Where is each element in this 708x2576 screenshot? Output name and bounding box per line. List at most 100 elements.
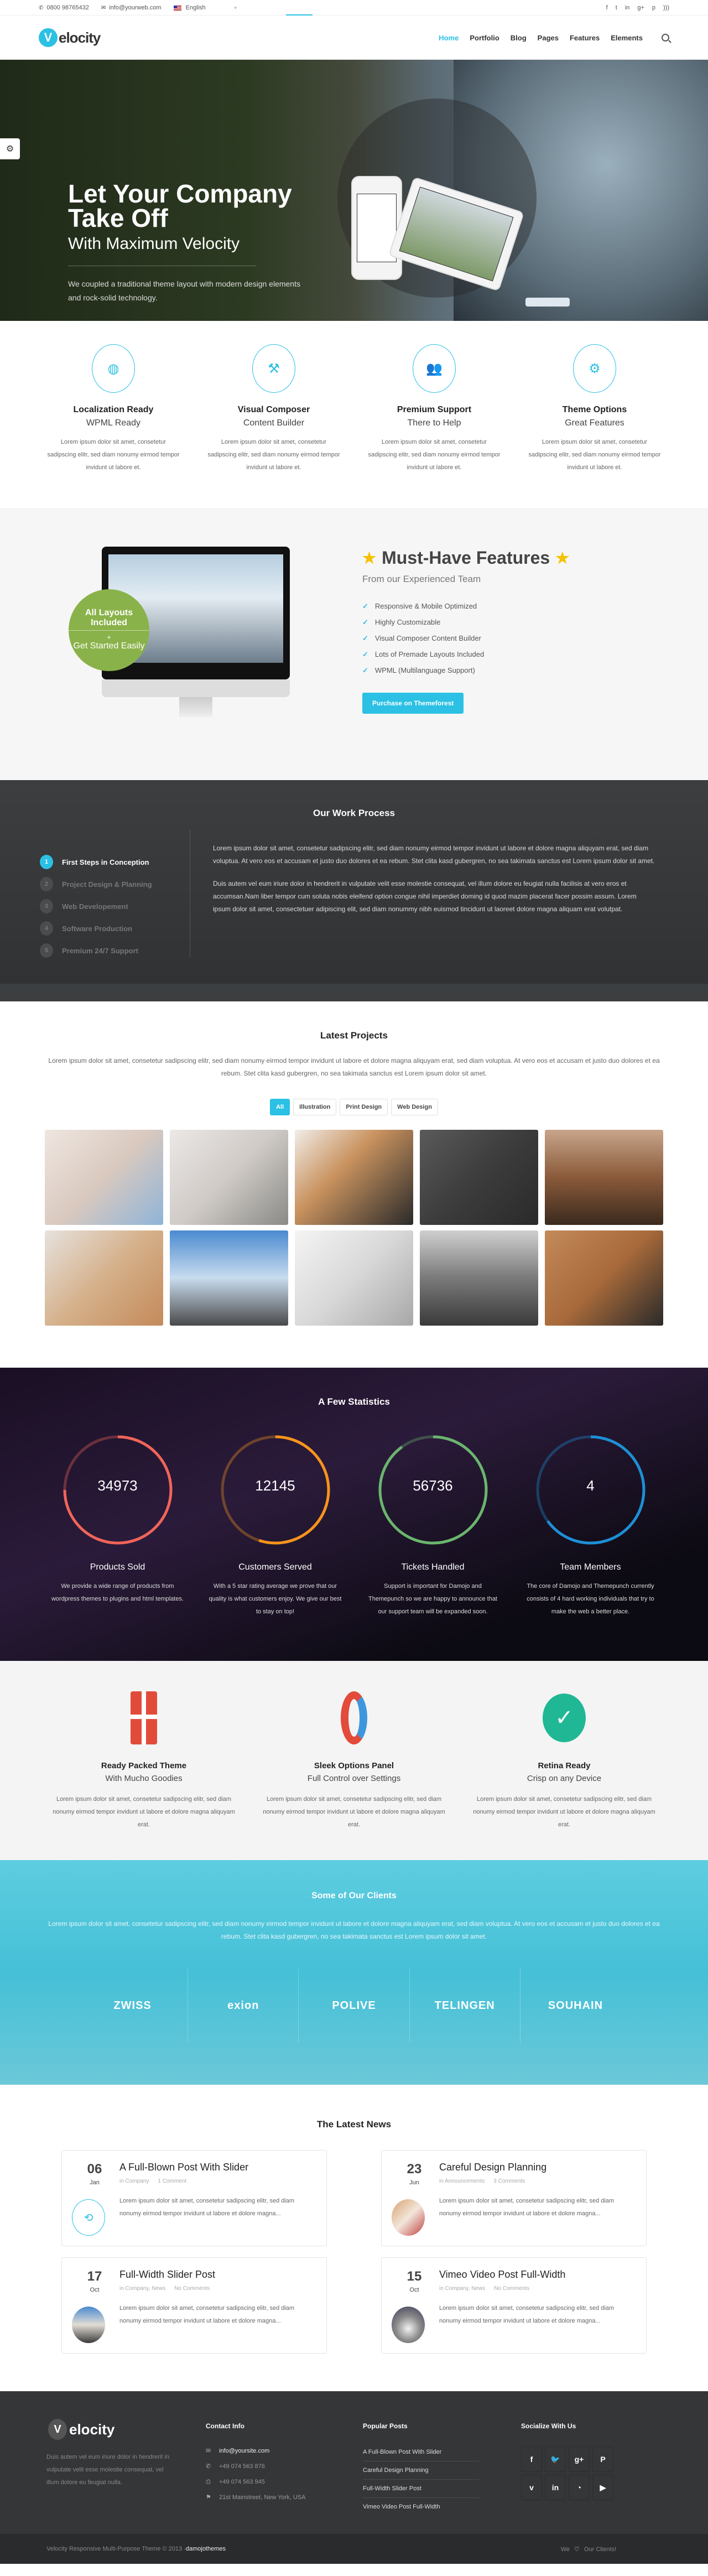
filter-all[interactable]: All bbox=[270, 1099, 290, 1115]
project-tile[interactable] bbox=[420, 1230, 538, 1326]
client-logo-exion[interactable]: exion bbox=[188, 1969, 299, 2043]
project-tile[interactable] bbox=[420, 1130, 538, 1225]
feature-theme-options: ⚙ Theme Options Great Features Lorem ips… bbox=[528, 344, 661, 508]
linkedin-icon[interactable]: in bbox=[545, 2475, 566, 2500]
process-step-4[interactable]: 4 Software Production bbox=[40, 917, 173, 939]
facebook-icon[interactable]: f bbox=[606, 4, 608, 11]
pinterest-icon[interactable]: p bbox=[652, 4, 655, 11]
news-post[interactable]: 06 Jan ⟲ A Full-Blown Post With Slider i… bbox=[61, 2150, 327, 2246]
google-plus-icon[interactable]: g+ bbox=[637, 4, 644, 11]
post-thumbnail[interactable] bbox=[72, 2307, 105, 2343]
news-post[interactable]: 23 Jun Careful Design Planning in Announ… bbox=[381, 2150, 647, 2246]
language-select[interactable]: English ▼ bbox=[173, 4, 238, 11]
news-post[interactable]: 17 Oct Full-Width Slider Post in Company… bbox=[61, 2257, 327, 2354]
stat-text: Support is important for Damojo and Them… bbox=[368, 1583, 497, 1615]
footer-social-grid: f 🐦 g+ P v in ◔ ▶ bbox=[521, 2447, 613, 2500]
site-header: V elocity Home Portfolio Blog Pages Feat… bbox=[0, 14, 708, 60]
post-title[interactable]: Full-Width Slider Post bbox=[119, 2269, 215, 2281]
popular-post-link[interactable]: Careful Design Planning bbox=[363, 2461, 479, 2480]
users-icon: 👥 bbox=[413, 344, 456, 393]
post-meta: in Announcements 3 Comments bbox=[439, 2178, 525, 2184]
post-title[interactable]: Careful Design Planning bbox=[439, 2162, 546, 2173]
copyright-bar: Velocity Responsive Multi-Purpose Theme … bbox=[0, 2534, 708, 2564]
client-logo-polive[interactable]: POLIVE bbox=[299, 1969, 410, 2043]
gift-icon bbox=[131, 1691, 157, 1744]
nav-home[interactable]: Home bbox=[439, 34, 459, 42]
us-flag-icon bbox=[173, 5, 181, 11]
settings-gear-icon[interactable]: ⚙ bbox=[0, 138, 20, 159]
youtube-icon[interactable]: ▶ bbox=[592, 2475, 613, 2500]
filter-illustration[interactable]: Illustration bbox=[293, 1099, 337, 1115]
feature-text: Lorem ipsum dolor sit amet, consetetur s… bbox=[47, 439, 180, 471]
popular-post-link[interactable]: Vimeo Video Post Full-Width bbox=[363, 2498, 479, 2516]
checklist-item: ✓ Visual Composer Content Builder bbox=[362, 634, 481, 642]
vimeo-icon[interactable]: v bbox=[521, 2475, 542, 2500]
popular-posts: A Full-Blown Post With Slider Careful De… bbox=[363, 2443, 479, 2516]
client-logo-zwiss[interactable]: ZWISS bbox=[77, 1969, 189, 2043]
linkedin-icon[interactable]: in bbox=[625, 4, 630, 11]
nav-elements[interactable]: Elements bbox=[611, 34, 643, 42]
logo-badge: V bbox=[39, 28, 58, 47]
rss-icon[interactable]: ◔ bbox=[569, 2475, 590, 2500]
process-step-1[interactable]: 1 First Steps in Conception bbox=[40, 851, 173, 873]
nav-portfolio[interactable]: Portfolio bbox=[470, 34, 499, 42]
search-icon[interactable] bbox=[662, 34, 669, 41]
email-address[interactable]: info@yourweb.com bbox=[109, 4, 161, 11]
filter-print-design[interactable]: Print Design bbox=[340, 1099, 388, 1115]
project-tile[interactable] bbox=[545, 1230, 663, 1326]
nav-blog[interactable]: Blog bbox=[511, 34, 527, 42]
top-bar: ✆ 0800 98765432 ✉ info@yourweb.com English… bbox=[0, 0, 708, 15]
project-tile[interactable] bbox=[295, 1130, 413, 1225]
socialize-title: Socialize With Us bbox=[521, 2422, 576, 2430]
stat-team-members: 4 Team Members The core of Damojo and Th… bbox=[524, 1433, 657, 1618]
twitter-icon[interactable]: t bbox=[616, 4, 617, 11]
post-day: 15 bbox=[407, 2269, 422, 2284]
nav-pages[interactable]: Pages bbox=[538, 34, 559, 42]
project-tile[interactable] bbox=[45, 1130, 163, 1225]
process-step-2[interactable]: 2 Project Design & Planning bbox=[40, 873, 173, 895]
process-step-3[interactable]: 3 Web Developement bbox=[40, 895, 173, 917]
footer-logo[interactable]: V elocity bbox=[48, 2419, 114, 2440]
nav-features[interactable]: Features bbox=[570, 34, 600, 42]
purchase-button[interactable]: Purchase on Themeforest bbox=[362, 693, 464, 714]
rss-icon[interactable]: ))) bbox=[663, 4, 669, 11]
phone-icon: ✆ bbox=[206, 2463, 211, 2470]
phone-number: 0800 98765432 bbox=[46, 4, 89, 11]
process-step-5[interactable]: 5 Premium 24/7 Support bbox=[40, 939, 173, 962]
popular-post-link[interactable]: A Full-Blown Post With Slider bbox=[363, 2443, 479, 2461]
stat-value: 4 bbox=[586, 1477, 595, 1494]
project-tile[interactable] bbox=[295, 1230, 413, 1326]
chevron-down-icon: ▼ bbox=[233, 5, 238, 11]
email-info[interactable]: ✉ info@yourweb.com bbox=[101, 4, 162, 11]
post-thumbnail[interactable] bbox=[392, 2307, 425, 2343]
feature-subtitle: WPML Ready bbox=[86, 418, 141, 428]
nav-active-indicator bbox=[286, 14, 313, 15]
project-tile[interactable] bbox=[45, 1230, 163, 1326]
site-logo[interactable]: V elocity bbox=[39, 28, 101, 47]
post-title[interactable]: A Full-Blown Post With Slider bbox=[119, 2162, 248, 2173]
stat-value: 34973 bbox=[97, 1477, 138, 1494]
contact-email[interactable]: ✉ info@yoursite.com bbox=[206, 2443, 306, 2459]
google-plus-icon[interactable]: g+ bbox=[569, 2447, 590, 2472]
post-thumbnail[interactable] bbox=[392, 2199, 425, 2236]
feature-title: Theme Options bbox=[562, 405, 627, 414]
filter-web-design[interactable]: Web Design bbox=[391, 1099, 438, 1115]
copyright-brand-link[interactable]: damojothemes bbox=[186, 2546, 226, 2552]
projects-section: Latest Projects Lorem ipsum dolor sit am… bbox=[0, 1001, 708, 1368]
client-logo-telingen[interactable]: TELINGEN bbox=[410, 1969, 520, 2043]
pinterest-icon[interactable]: P bbox=[592, 2447, 613, 2472]
post-title[interactable]: Vimeo Video Post Full-Width bbox=[439, 2269, 565, 2281]
stat-text: With a 5 star rating average we prove th… bbox=[209, 1583, 342, 1615]
post-day: 17 bbox=[87, 2269, 102, 2284]
project-tile[interactable] bbox=[545, 1130, 663, 1225]
twitter-icon[interactable]: 🐦 bbox=[545, 2447, 566, 2472]
project-tile[interactable] bbox=[170, 1130, 288, 1225]
news-post[interactable]: 15 Oct Vimeo Video Post Full-Width in Co… bbox=[381, 2257, 647, 2354]
client-logo-souhain[interactable]: SOUHAIN bbox=[520, 1969, 631, 2043]
main-nav: Home Portfolio Blog Pages Features Eleme… bbox=[439, 34, 669, 42]
facebook-icon[interactable]: f bbox=[521, 2447, 542, 2472]
popular-post-link[interactable]: Full-Width Slider Post bbox=[363, 2480, 479, 2498]
feature-title: Premium Support bbox=[397, 405, 472, 414]
tools-icon: ⚒ bbox=[252, 344, 295, 393]
project-tile[interactable] bbox=[170, 1230, 288, 1326]
